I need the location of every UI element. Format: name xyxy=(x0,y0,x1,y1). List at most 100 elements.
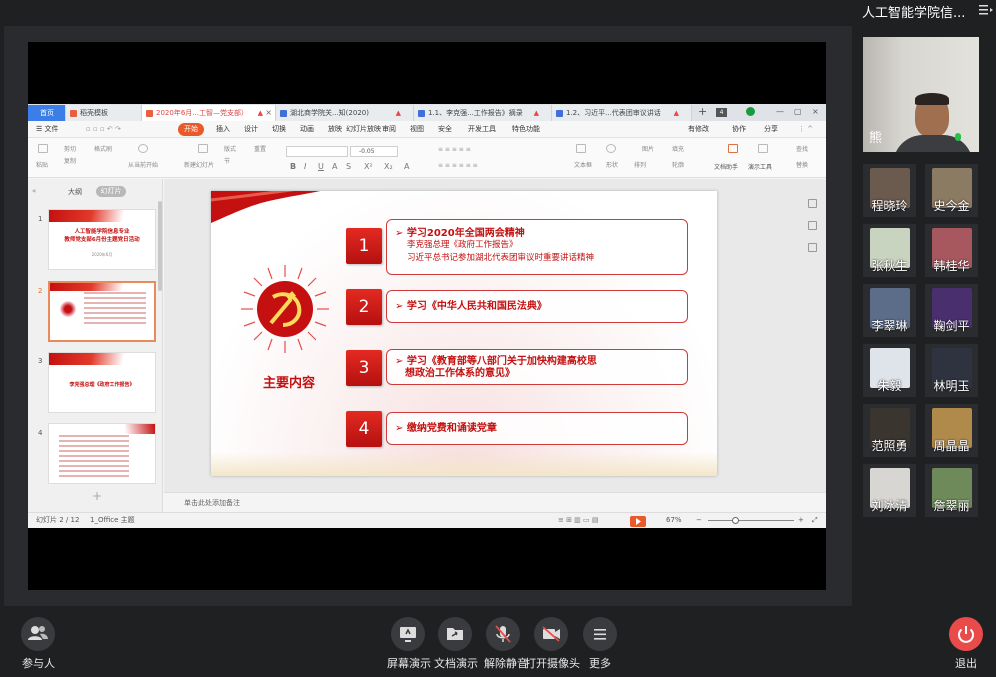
pane-scrollbar[interactable] xyxy=(158,201,162,291)
participants-button[interactable] xyxy=(21,617,55,651)
participant-tile[interactable]: 韩桂华 xyxy=(925,224,978,277)
align-tools[interactable]: ≡ ≡ ≡ ≡ ≡ ≡ xyxy=(438,162,478,169)
participant-tile[interactable]: 林明玉 xyxy=(925,344,978,397)
participant-tile[interactable]: 张秋生 xyxy=(863,224,916,277)
layout-button[interactable]: 版式 xyxy=(224,144,236,153)
underline-icon[interactable]: U xyxy=(318,162,324,171)
menu-insert[interactable]: 插入 xyxy=(216,123,230,136)
property-icon[interactable] xyxy=(808,199,817,208)
font-name-select[interactable] xyxy=(286,146,348,157)
format-painter-button[interactable]: 格式刷 xyxy=(94,144,112,153)
new-slide-icon[interactable] xyxy=(198,144,208,153)
minimize-icon[interactable]: — xyxy=(776,105,784,119)
presentation-tools-button[interactable]: 演示工具 xyxy=(748,162,772,171)
paste-button[interactable]: 粘贴 xyxy=(36,160,48,169)
zoom-level[interactable]: 67% xyxy=(666,513,682,528)
fill-button[interactable]: 填充 xyxy=(672,144,684,153)
shape-button[interactable]: 形状 xyxy=(606,160,618,169)
slide-thumb-4[interactable] xyxy=(48,423,156,484)
menu-security[interactable]: 安全 xyxy=(438,123,452,136)
replace-button[interactable]: 替换 xyxy=(796,160,808,169)
tab-speech[interactable]: 1.2、习近平...代表团审议讲话 ▲ xyxy=(552,105,692,121)
tab-count-badge[interactable]: 4 xyxy=(716,108,727,117)
highlight-icon[interactable]: A xyxy=(404,162,409,171)
text-box-button[interactable]: 文本框 xyxy=(574,160,592,169)
participant-tile[interactable]: 詹翠丽 xyxy=(925,464,978,517)
menu-start[interactable]: 开始 xyxy=(178,123,204,136)
zoom-in-icon[interactable]: + xyxy=(798,513,804,528)
text-box-icon[interactable] xyxy=(576,144,586,153)
menu-slideshow[interactable]: 幻灯片放映 xyxy=(346,123,381,136)
presentation-tools-icon[interactable] xyxy=(758,144,768,153)
screen-share-button[interactable] xyxy=(391,617,425,651)
play-from-current-button[interactable]: 从当前开始 xyxy=(128,160,158,169)
presenter-video[interactable]: 熊 xyxy=(863,37,979,152)
strikethrough-icon[interactable]: S xyxy=(346,162,351,171)
fit-window-icon[interactable]: ⤢ xyxy=(812,513,818,528)
view-mode-icons[interactable]: ≡ ⊞ ▥ ▭ ▤ xyxy=(558,513,598,528)
zoom-slider-knob[interactable] xyxy=(732,517,739,524)
new-tab-icon[interactable]: + xyxy=(698,105,707,119)
participant-tile[interactable]: 朱毅 xyxy=(863,344,916,397)
arrange-button[interactable]: 排列 xyxy=(634,160,646,169)
participant-tile[interactable]: 李翠琳 xyxy=(863,284,916,337)
menu-show[interactable]: 放映 xyxy=(328,123,342,136)
close-window-icon[interactable]: × xyxy=(812,105,819,119)
italic-icon[interactable]: I xyxy=(304,162,306,171)
more-button[interactable] xyxy=(583,617,617,651)
slide-thumb-3[interactable]: 李克强总理《政府工作报告》 xyxy=(48,352,156,413)
participant-tile[interactable]: 范照勇 xyxy=(863,404,916,457)
zoom-slider[interactable] xyxy=(708,520,794,521)
selection-icon[interactable] xyxy=(808,221,817,230)
zoom-out-icon[interactable]: − xyxy=(696,513,702,528)
slide-thumb-2[interactable] xyxy=(48,281,156,342)
doc-assistant-button[interactable]: 文档助手 xyxy=(714,162,738,171)
maximize-icon[interactable]: ▢ xyxy=(794,105,802,119)
add-slide-icon[interactable]: + xyxy=(92,489,102,503)
sidebar-menu-icon[interactable] xyxy=(978,3,994,17)
bold-icon[interactable]: B xyxy=(290,162,296,171)
participant-tile[interactable]: 鞠剑平 xyxy=(925,284,978,337)
status-modified[interactable]: 有修改 xyxy=(688,123,709,136)
subscript-icon[interactable]: X₂ xyxy=(384,162,393,171)
doc-assistant-icon[interactable] xyxy=(728,144,738,153)
font-size-select[interactable]: -0.05 xyxy=(350,146,398,157)
outline-button[interactable]: 轮廓 xyxy=(672,160,684,169)
backup-icon[interactable] xyxy=(808,243,817,252)
participant-tile[interactable]: 刘冰清 xyxy=(863,464,916,517)
section-button[interactable]: 节 xyxy=(224,156,230,165)
slide-thumb-1[interactable]: 人工智能学院信息专业 教师党支部6月份主题党日活动 2020年6月 xyxy=(48,209,156,270)
participant-tile[interactable]: 程晓玲 xyxy=(863,164,916,217)
share-button[interactable]: 分享 xyxy=(764,123,778,136)
slideshow-play-button[interactable] xyxy=(630,516,646,527)
cut-button[interactable]: 剪切 xyxy=(64,144,76,153)
menu-design[interactable]: 设计 xyxy=(244,123,258,136)
tab-hubei-notice[interactable]: 湖北商学院关...知(2020) ▲ xyxy=(276,105,414,121)
exit-button[interactable] xyxy=(949,617,983,651)
superscript-icon[interactable]: X² xyxy=(364,162,373,171)
participant-tile[interactable]: 周晶晶 xyxy=(925,404,978,457)
tab-home[interactable]: 首页 xyxy=(28,105,66,121)
collab-button[interactable]: 协作 xyxy=(732,123,746,136)
shape-icon[interactable] xyxy=(606,144,616,153)
camera-button[interactable] xyxy=(534,617,568,651)
doc-share-button[interactable] xyxy=(438,617,472,651)
unmute-button[interactable] xyxy=(486,617,520,651)
collapse-pane-icon[interactable]: « xyxy=(32,187,36,195)
participant-tile[interactable]: 史今金 xyxy=(925,164,978,217)
menu-view[interactable]: 视图 xyxy=(410,123,424,136)
tab-slides[interactable]: 幻灯片 xyxy=(96,186,126,197)
find-button[interactable]: 查找 xyxy=(796,144,808,153)
tab-outline[interactable]: 大纲 xyxy=(68,187,82,197)
copy-button[interactable]: 复制 xyxy=(64,156,76,165)
tab-report-excerpt[interactable]: 1.1、李克强...工作报告》摘录 ▲ xyxy=(414,105,552,121)
current-slide[interactable]: 主要内容 1 ➢ 学习2020年全国两会精神 李克强总理《政府工作报告》 习近平… xyxy=(211,191,717,476)
paste-icon[interactable] xyxy=(38,144,48,153)
close-icon[interactable]: × xyxy=(265,105,272,121)
quick-access-icons[interactable]: ▫ ▫ ▫ ↶ ↷ xyxy=(86,123,121,136)
menu-review[interactable]: 审阅 xyxy=(382,123,396,136)
paragraph-tools[interactable]: ≡ ≡ ≡ ≡ ≡ xyxy=(438,146,471,153)
menu-transition[interactable]: 切换 xyxy=(272,123,286,136)
more-options-icon[interactable]: ⋮ ^ xyxy=(798,123,813,136)
menu-dev-tools[interactable]: 开发工具 xyxy=(468,123,496,136)
